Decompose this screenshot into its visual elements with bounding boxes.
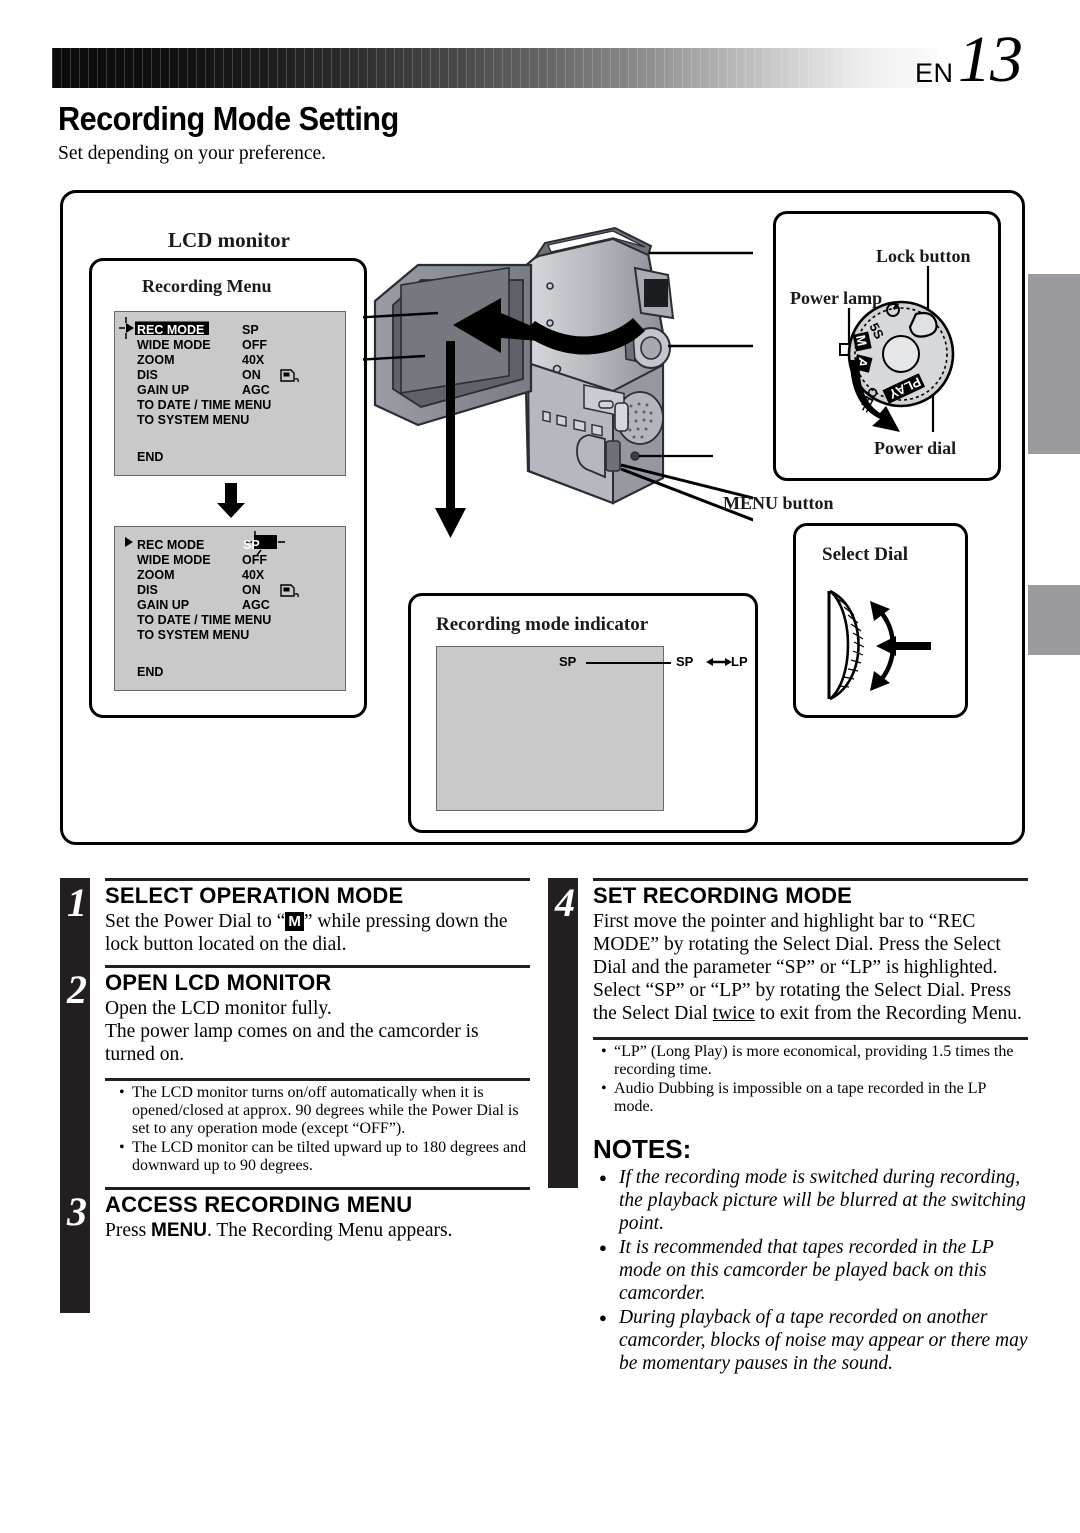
menu-end-item[interactable]: END (137, 665, 163, 679)
step-divider (593, 878, 1028, 881)
gradient-bar (52, 48, 937, 88)
list-item: The LCD monitor can be tilted upward up … (119, 1139, 530, 1175)
edge-tab-marker-upper (1028, 274, 1080, 454)
diagram-panel: LCD monitor Recording Menu REC MODE SP W… (60, 190, 1025, 845)
notes-list: If the recording mode is switched during… (593, 1166, 1028, 1375)
select-dial-icon (827, 589, 931, 701)
step-1: 1 SELECT OPERATION MODE Set the Power Di… (67, 878, 530, 956)
step-2: 2 OPEN LCD MONITOR Open the LCD monitor … (67, 965, 530, 1066)
step-divider (105, 1187, 530, 1190)
menu-row[interactable]: REC MODE SP (124, 538, 340, 553)
step-3-number: 3 (67, 1189, 87, 1234)
note-item: If the recording mode is switched during… (599, 1166, 1028, 1235)
menu-row[interactable]: WIDE MODE OFF (124, 338, 340, 353)
indicator-sp-value: SP (559, 654, 577, 669)
select-dial-label: Select Dial (822, 544, 909, 565)
step-4-number: 4 (555, 880, 575, 925)
recording-mode-indicator-label: Recording mode indicator (436, 614, 649, 635)
callout-sp: SP (676, 654, 694, 669)
step-1-text: Set the Power Dial to “M” while pressing… (105, 910, 530, 956)
step-3-text-after: . The Recording Menu appears. (207, 1220, 453, 1241)
menu-row[interactable]: TO DATE / TIME MENU (124, 613, 340, 628)
camcorder-svg (122, 226, 814, 545)
instructions-column-left: 1 SELECT OPERATION MODE Set the Power Di… (60, 878, 530, 1313)
right-bullet-list: “LP” (Long Play) is more economical, pro… (593, 1043, 1028, 1116)
step-4-emphasis: twice (712, 1003, 755, 1024)
manual-mode-icon: M (285, 912, 304, 931)
step-3-title: ACCESS RECORDING MENU (105, 1192, 413, 1217)
step-4-title: SET RECORDING MODE (593, 883, 853, 908)
menu-row[interactable]: GAIN UP AGC (124, 383, 340, 398)
step-3-text: Press MENU. The Recording Menu appears. (105, 1219, 530, 1242)
step-1-text-before: Set the Power Dial to “ (105, 911, 286, 932)
menu-row[interactable]: DIS ON (124, 583, 340, 598)
menu-row[interactable]: REC MODE SP (124, 323, 340, 338)
step-4-text: First move the pointer and highlight bar… (593, 910, 1028, 1025)
menu-screen-step1: REC MODE SP WIDE MODE OFF ZOOM 40X DIS ON GA… (114, 311, 346, 476)
menu-row[interactable]: ZOOM 40X (124, 353, 340, 368)
step-number-bar-left (60, 878, 90, 1313)
menu-row[interactable]: DIS ON (124, 368, 340, 383)
select-dial-card: Select Dial (793, 523, 968, 718)
language-code: EN (915, 58, 954, 88)
step-3: 3 ACCESS RECORDING MENU Press MENU. The … (67, 1187, 530, 1242)
page-title: Recording Mode Setting (58, 100, 399, 137)
power-dial-svg: 5S M A OFF PLAY (839, 266, 955, 432)
lcd-monitor-label: LCD monitor (168, 228, 290, 252)
list-item: The LCD monitor turns on/off automatical… (119, 1084, 530, 1138)
recording-mode-indicator-card: Recording mode indicator SP SP LP (408, 593, 758, 833)
menu-row[interactable]: TO DATE / TIME MENU (124, 398, 340, 413)
step-2-number: 2 (67, 967, 87, 1012)
flow-arrow-down-icon (217, 483, 245, 518)
power-dial-card: Lock button Power lamp Power dial 5S M A… (773, 211, 1001, 481)
edge-tab-marker-lower (1028, 585, 1080, 655)
step-1-title: SELECT OPERATION MODE (105, 883, 404, 908)
menu-row[interactable]: WIDE MODE OFF (124, 553, 340, 568)
recording-menu-label: Recording Menu (142, 276, 272, 296)
recording-menu-card: Recording Menu REC MODE SP WIDE MODE OFF… (89, 258, 367, 718)
menu-keyword: MENU (151, 1220, 207, 1241)
indicator-leader-line (586, 662, 671, 664)
menu-rows-2: REC MODE SP WIDE MODE OFF ZOOM 40X DIS ON GA… (124, 538, 340, 643)
step-4: 4 SET RECORDING MODE First move the poin… (555, 878, 1028, 1025)
double-arrow-icon (706, 658, 732, 666)
menu-rows-1: REC MODE SP WIDE MODE OFF ZOOM 40X DIS ON GA… (124, 323, 340, 428)
page-number: 13 (958, 23, 1023, 96)
list-item: “LP” (Long Play) is more economical, pro… (601, 1043, 1028, 1079)
step-divider (105, 1078, 530, 1081)
menu-row[interactable]: TO SYSTEM MENU (124, 413, 340, 428)
instructions-column-right: 4 SET RECORDING MODE First move the poin… (548, 878, 1028, 1376)
step-divider (105, 878, 530, 881)
left-notes-group: The LCD monitor turns on/off automatical… (105, 1078, 530, 1175)
menu-screen-step2: REC MODE SP WIDE MODE OFF ZOOM 40X DIS ON GA… (114, 526, 346, 691)
step-1-number: 1 (67, 880, 87, 925)
note-item: During playback of a tape recorded on an… (599, 1306, 1028, 1375)
recording-mode-indicator-screen (436, 646, 664, 811)
step-3-text-before: Press (105, 1220, 152, 1241)
step-divider (105, 965, 530, 968)
list-item: Audio Dubbing is impossible on a tape re… (601, 1080, 1028, 1116)
callout-lp: LP (731, 654, 748, 669)
menu-button-label: MENU button (723, 493, 834, 513)
step-divider (593, 1037, 1028, 1040)
step-2-title: OPEN LCD MONITOR (105, 970, 332, 995)
menu-row[interactable]: GAIN UP AGC (124, 598, 340, 613)
step-4-text-part2: to exit from the Recording Menu. (754, 1003, 1022, 1024)
step-2-text: Open the LCD monitor fully. The power la… (105, 998, 479, 1065)
left-bullet-list: The LCD monitor turns on/off automatical… (105, 1084, 530, 1175)
camcorder-illustration (122, 213, 814, 545)
menu-row[interactable]: ZOOM 40X (124, 568, 340, 583)
menu-end-item[interactable]: END (137, 450, 163, 464)
right-notes-group: “LP” (Long Play) is more economical, pro… (593, 1037, 1028, 1116)
note-item: It is recommended that tapes recorded in… (599, 1236, 1028, 1305)
page-subtitle: Set depending on your preference. (58, 143, 327, 164)
menu-row[interactable]: TO SYSTEM MENU (124, 628, 340, 643)
notes-title: NOTES: (593, 1134, 692, 1164)
